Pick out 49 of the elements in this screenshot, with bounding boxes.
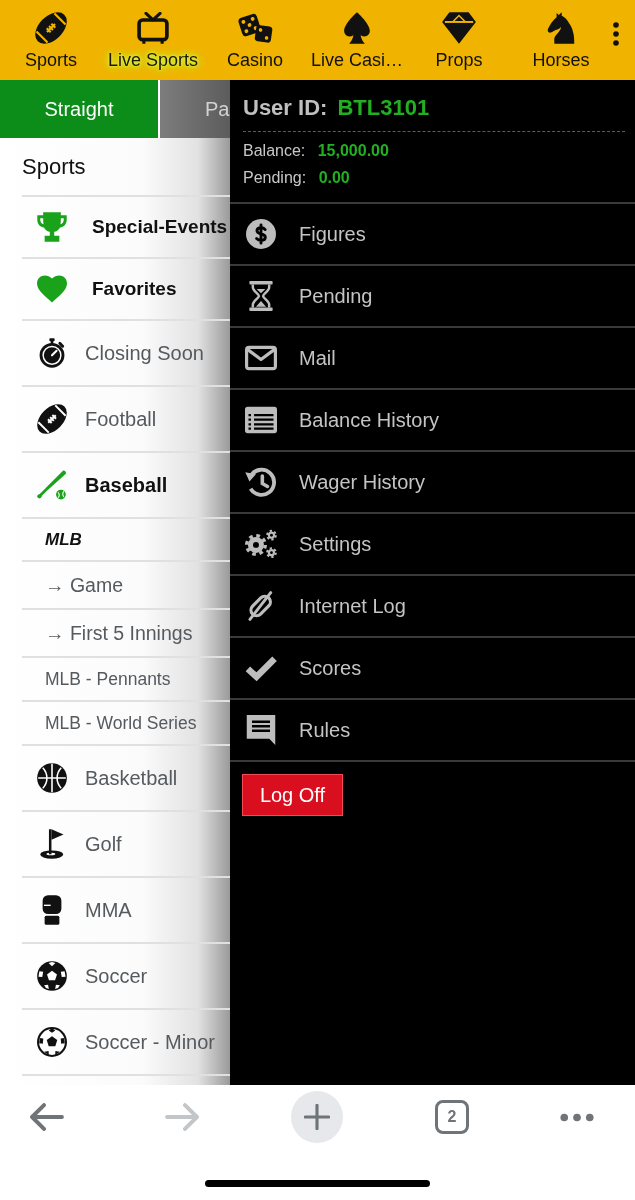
- basketball-icon: [37, 763, 67, 793]
- nav-tab[interactable]: Horses: [510, 0, 612, 80]
- account-menu-item[interactable]: Rules: [230, 700, 635, 762]
- nav-tab[interactable]: Live Sports: [102, 0, 204, 80]
- history-icon: [245, 467, 277, 497]
- stopwatch-icon: [37, 338, 67, 368]
- nav-tab[interactable]: Props: [408, 0, 510, 80]
- nav-tab[interactable]: Live Casi…: [306, 0, 408, 80]
- pending-label: Pending:: [243, 169, 307, 186]
- soccer-ball-icon: [37, 1027, 67, 1057]
- tab-count-button[interactable]: 2: [435, 1100, 469, 1134]
- back-arrow-icon[interactable]: [30, 1103, 64, 1131]
- list-card-icon: [245, 405, 277, 435]
- account-menu-item[interactable]: Settings: [230, 514, 635, 576]
- dice-icon: [237, 12, 273, 44]
- more-options-icon[interactable]: [560, 1112, 594, 1122]
- nav-tab[interactable]: Sports: [0, 0, 102, 80]
- account-menu-item[interactable]: Mail: [230, 328, 635, 390]
- trophy-icon: [37, 212, 67, 242]
- balance-value: 15,000.00: [317, 142, 389, 159]
- football-icon: [37, 404, 67, 434]
- kebab-menu-icon[interactable]: [613, 22, 619, 46]
- gears-icon: [245, 529, 277, 559]
- account-menu-item[interactable]: Wager History: [230, 452, 635, 514]
- user-id-label: User ID:: [243, 95, 328, 120]
- soccer-ball-icon: [37, 961, 67, 991]
- tv-icon: [135, 12, 171, 44]
- heart-icon: [37, 274, 67, 304]
- account-menu-item[interactable]: Balance History: [230, 390, 635, 452]
- bet-type-tab[interactable]: Pa: [160, 80, 230, 138]
- user-id-value: BTL3101: [337, 95, 430, 120]
- envelope-icon: [245, 343, 277, 373]
- new-tab-button[interactable]: [291, 1091, 343, 1143]
- log-off-button[interactable]: Log Off: [242, 774, 343, 816]
- nav-tab[interactable]: Casino: [204, 0, 306, 80]
- gem-icon: [441, 12, 477, 44]
- dollar-coin-icon: [245, 219, 277, 249]
- plus-icon: [304, 1104, 330, 1130]
- bet-type-tab[interactable]: Straight: [0, 80, 158, 138]
- account-menu-item[interactable]: Figures: [230, 204, 635, 266]
- account-menu-item[interactable]: Internet Log: [230, 576, 635, 638]
- sports-menu-title: Sports: [22, 152, 87, 181]
- account-menu-item[interactable]: Pending: [230, 266, 635, 328]
- football-icon: [33, 12, 69, 44]
- pending-value: 0.00: [318, 169, 350, 186]
- balance-label: Balance:: [243, 142, 306, 159]
- account-menu-item[interactable]: Scores: [230, 638, 635, 700]
- baseball-bat-icon: [37, 470, 67, 500]
- chat-bubble-icon: [245, 715, 277, 745]
